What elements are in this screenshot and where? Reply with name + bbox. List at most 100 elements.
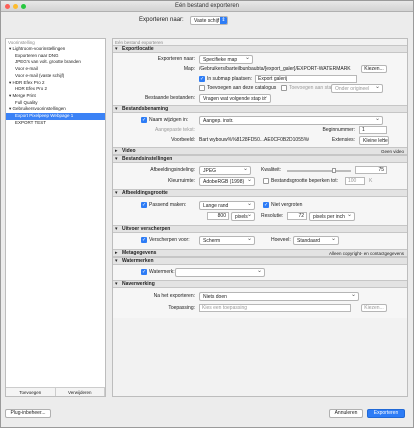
- resize-checkbox[interactable]: ✓: [141, 202, 147, 208]
- section-title: Watermerken: [122, 258, 154, 264]
- after-export-select[interactable]: Niets doen: [199, 292, 359, 301]
- section-title: Naverwerking: [122, 281, 155, 287]
- choose-application-button[interactable]: Kiezen...: [361, 304, 387, 312]
- export-button[interactable]: Exporteren: [367, 409, 405, 418]
- stack-select[interactable]: Onder origineel: [331, 84, 383, 93]
- colorspace-select[interactable]: AdobeRGB (1998): [199, 177, 255, 186]
- preset-item[interactable]: Export Pixelpeep Webpage 1: [6, 113, 105, 120]
- preset-item[interactable]: Exporteren naar DNG: [6, 53, 105, 60]
- preset-item[interactable]: Full Quality: [6, 100, 105, 107]
- sharpen-checkbox[interactable]: ✓: [141, 237, 147, 243]
- section-post-processing[interactable]: ▾ Naverwerking: [113, 280, 407, 288]
- choose-folder-button[interactable]: Kiezen...: [361, 65, 387, 73]
- watermark-label: Watermerk:: [149, 269, 175, 275]
- section-file-naming[interactable]: ▾ Bestandsbenaming: [113, 105, 407, 113]
- disclosure-open-icon: ▾: [115, 190, 118, 196]
- rename-select[interactable]: Aangep. instr.: [199, 116, 383, 125]
- resolution-label: Resolutie:: [261, 213, 284, 219]
- disclosure-closed-icon: ▸: [115, 250, 118, 256]
- preset-tree: ▾ Lightroom-voorinstellingen Exporteren n…: [6, 46, 105, 126]
- resize-select[interactable]: Lange rand: [199, 201, 255, 210]
- resolution-unit-select[interactable]: pixels per inch: [309, 212, 355, 221]
- section-watermark[interactable]: ▾ Watermerken: [113, 257, 407, 265]
- section-image-size[interactable]: ▾ Afbeeldingsgrootte: [113, 189, 407, 197]
- application-label: Toepassing:: [168, 305, 195, 311]
- preset-item[interactable]: EXPORT TEST: [6, 120, 105, 127]
- folder-label: Map:: [183, 66, 195, 72]
- add-to-catalog-checkbox[interactable]: [199, 85, 205, 91]
- sharpen-amount-label: Hoeveel:: [271, 237, 291, 243]
- disclosure-closed-icon: ▸: [115, 148, 118, 154]
- quality-slider-knob[interactable]: [332, 168, 336, 173]
- output-sharpening-body: ✓ Verscherpen voor: Scherm Hoeveel: Stan…: [113, 233, 407, 249]
- subfolder-input[interactable]: Export galerij: [255, 75, 357, 83]
- section-title: Video: [122, 148, 136, 154]
- application-input[interactable]: Kies een toepassing: [199, 304, 351, 312]
- window-title: Eén bestand exporteren: [174, 3, 240, 9]
- start-number-input[interactable]: 1: [359, 126, 387, 134]
- after-export-label: Na het exporteren:: [153, 293, 195, 299]
- watermark-checkbox[interactable]: ✓: [141, 269, 147, 275]
- quality-input[interactable]: 75: [355, 166, 387, 174]
- preset-folder[interactable]: ▾ HDR Efex Pro 2: [6, 80, 105, 87]
- disclosure-open-icon: ▾: [115, 106, 118, 112]
- resolution-input[interactable]: 72: [287, 212, 307, 220]
- preset-item[interactable]: Voor e-mail (vaste schijf): [6, 73, 105, 80]
- extensions-select[interactable]: Kleine letters: [359, 136, 389, 145]
- preset-item[interactable]: Voor e-mail: [6, 66, 105, 73]
- image-size-body: ✓ Passend maken: Lange rand ✓ Niet vergr…: [113, 197, 407, 225]
- preset-folder[interactable]: ▾ Lightroom-voorinstellingen: [6, 46, 105, 53]
- section-title: Metagegevens: [122, 250, 157, 256]
- section-file-settings[interactable]: ▾ Bestandsinstellingen: [113, 155, 407, 163]
- existing-files-select[interactable]: Vragen wat volgende stap is: [199, 94, 271, 103]
- preset-folder[interactable]: ▾ Merge Print: [6, 93, 105, 100]
- section-title: Bestandsinstellingen: [122, 156, 173, 162]
- preset-folder[interactable]: ▾ Gebruikersvoorinstellingen: [6, 106, 105, 113]
- disclosure-open-icon: ▾: [115, 281, 118, 287]
- quality-slider[interactable]: [287, 168, 351, 173]
- remove-preset-button[interactable]: Verwijderen: [55, 388, 105, 396]
- post-processing-body: Na het exporteren: Niets doen Toepassing…: [113, 288, 407, 318]
- limit-size-label: Bestandsgrootte beperken tot:: [271, 178, 338, 184]
- section-output-sharpening[interactable]: ▾ Uitvoer verscherpen: [113, 225, 407, 233]
- section-export-location[interactable]: ▾ Exportlocatie: [113, 45, 407, 53]
- section-title: Bestandsbenaming: [122, 106, 169, 112]
- extensions-label: Extensies:: [331, 137, 355, 143]
- preset-item[interactable]: JPEG's van volt. grootte branden: [6, 59, 105, 66]
- export-to-label: Exporteren naar:: [139, 17, 184, 23]
- sharpen-select[interactable]: Scherm: [199, 236, 255, 245]
- rename-checkbox[interactable]: ✓: [141, 117, 147, 123]
- preset-buttons: Toevoegen Verwijderen: [6, 387, 105, 396]
- resize-label: Passend maken:: [149, 202, 187, 208]
- watermark-select[interactable]: [175, 268, 265, 277]
- export-to-select[interactable]: Vaste schijf: [190, 16, 228, 25]
- preset-item[interactable]: HDR Efex Pro 2: [6, 86, 105, 93]
- no-enlarge-checkbox[interactable]: ✓: [263, 202, 269, 208]
- disclosure-open-icon: ▾: [115, 46, 118, 52]
- limit-size-unit: K: [369, 178, 373, 184]
- limit-size-input[interactable]: 100: [345, 177, 365, 185]
- no-enlarge-label: Niet vergroten: [271, 202, 303, 208]
- sharpen-amount-select[interactable]: Standaard: [293, 236, 339, 245]
- subfolder-checkbox[interactable]: ✓: [199, 76, 205, 82]
- size-unit-select[interactable]: pixels: [231, 212, 255, 221]
- plugin-manager-button[interactable]: Plug-inbeheer...: [5, 409, 51, 418]
- watermark-body: ✓ Watermerk:: [113, 265, 407, 280]
- settings-panel: Eén bestand exporteren ▾ Exportlocatie Ex…: [112, 38, 408, 397]
- add-to-stack-checkbox[interactable]: [281, 85, 287, 91]
- section-metadata[interactable]: ▸ Metagegevens Alleen copyright- en contac…: [113, 249, 407, 257]
- export-location-body: Exporteren naar: Specifieke map Map: /Ge…: [113, 53, 407, 105]
- size-input[interactable]: 800: [207, 212, 229, 220]
- subfolder-label: In submap plaatsen:: [207, 76, 253, 82]
- section-video[interactable]: ▸ Video Geen video: [113, 147, 407, 155]
- add-preset-button[interactable]: Toevoegen: [6, 388, 56, 396]
- format-select[interactable]: JPEG: [199, 166, 251, 175]
- location-export-to-select[interactable]: Specifieke map: [199, 55, 253, 64]
- existing-files-label: Bestaande bestanden:: [144, 95, 195, 101]
- metadata-summary: Alleen copyright- en contactgegevens: [328, 251, 404, 256]
- video-summary: Geen video: [380, 149, 404, 154]
- file-settings-body: Afbeeldingsindeling: JPEG Kwaliteit: 75 …: [113, 163, 407, 189]
- limit-size-checkbox[interactable]: [263, 178, 269, 184]
- cancel-button[interactable]: Annuleren: [329, 409, 363, 418]
- preset-header: Voorinstelling: [8, 40, 35, 45]
